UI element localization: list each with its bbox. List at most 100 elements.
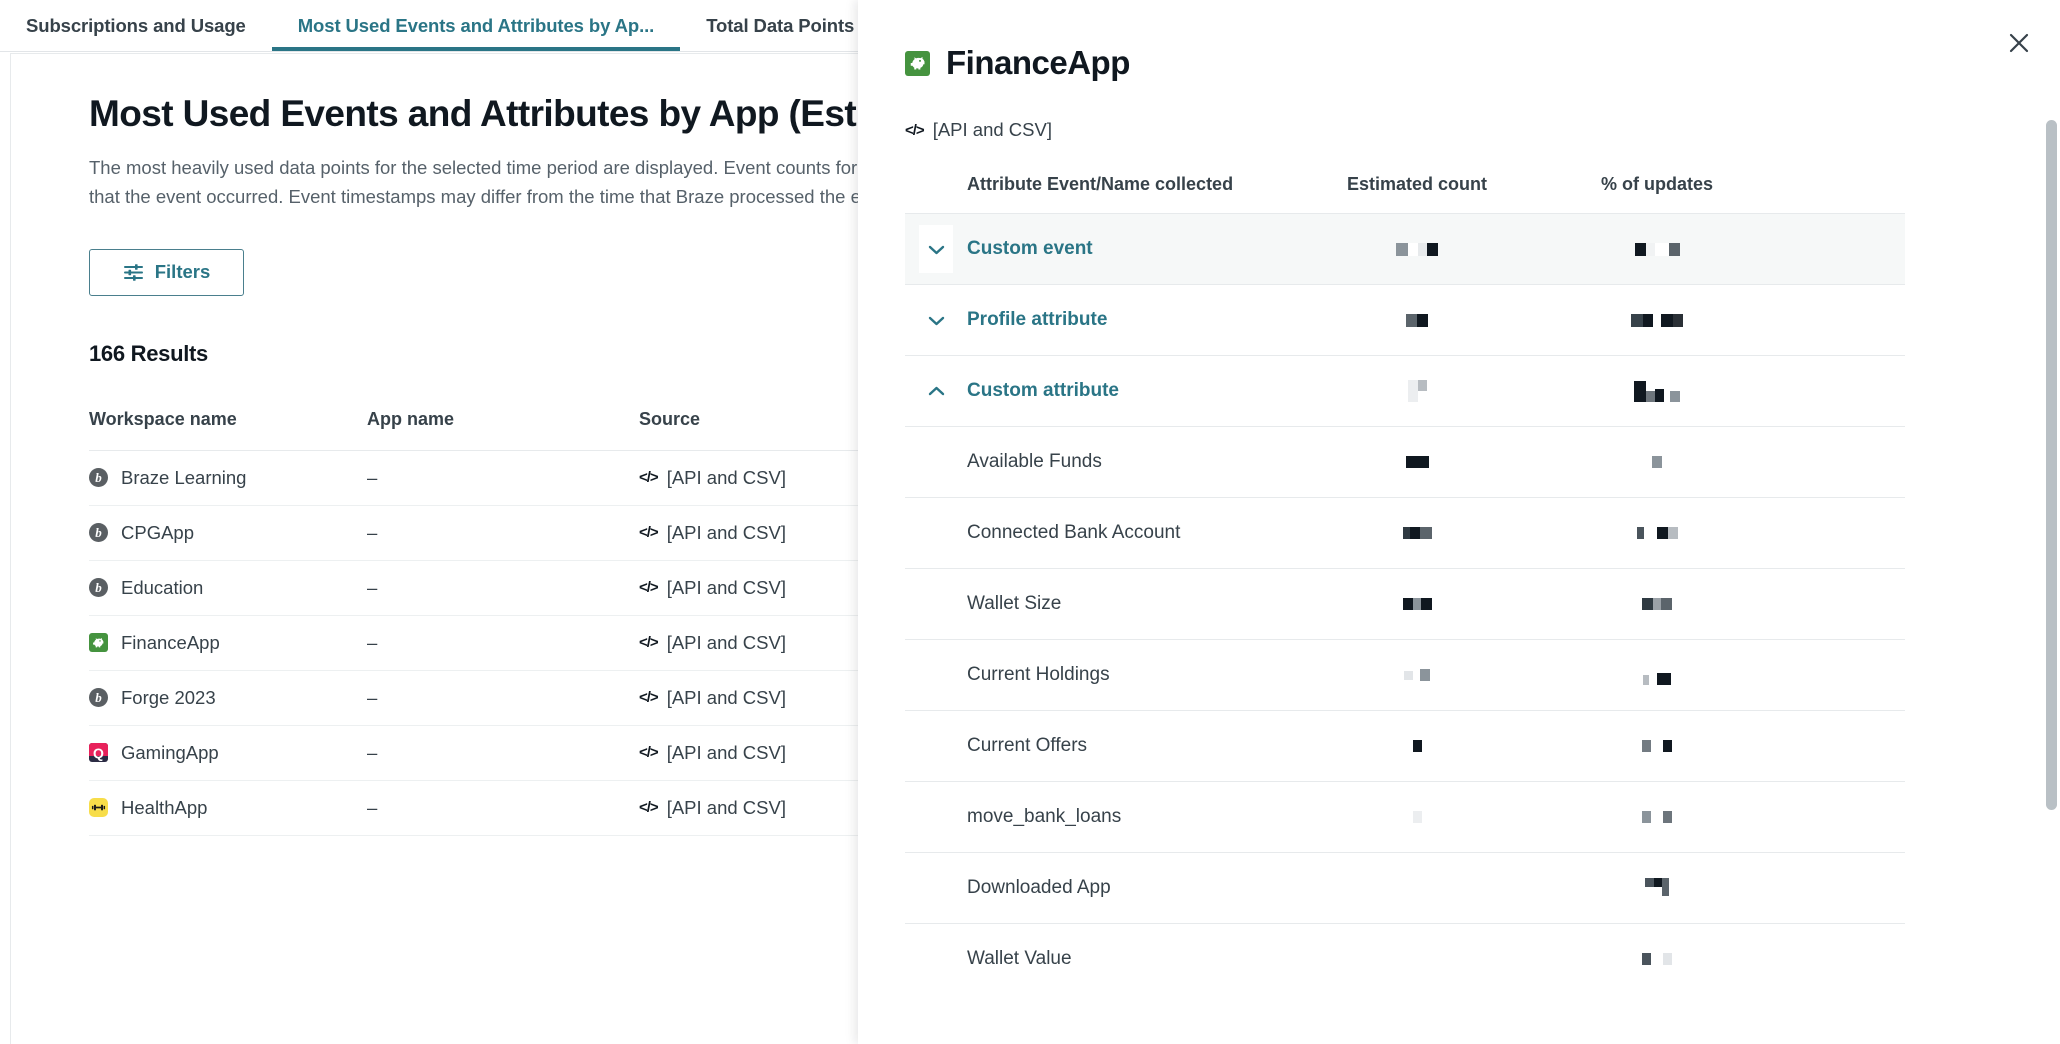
tab-subscriptions-and-usage[interactable]: Subscriptions and Usage (0, 0, 272, 51)
attribute-row[interactable]: Connected Bank Account (905, 497, 1905, 568)
close-icon[interactable] (2004, 28, 2034, 58)
cell-app-name: – (367, 576, 378, 598)
column-header-pct-of-updates: % of updates (1600, 174, 1713, 194)
panel-source: </> [API and CSV] (905, 119, 1980, 141)
source-label: [API and CSV] (666, 521, 786, 543)
code-brackets-icon: </> (639, 634, 659, 652)
sliders-icon (123, 262, 144, 283)
attribute-name-label: Current Offers (967, 735, 1088, 756)
workspace-name-label: CPGApp (121, 521, 195, 543)
tab-label: Most Used Events and Attributes by Ap... (297, 14, 655, 36)
attribute-row[interactable]: Downloaded App (905, 852, 1905, 923)
attribute-group-row-profile-attribute[interactable]: Profile attribute (905, 284, 1905, 355)
pct-of-updates-redacted (1537, 309, 1777, 331)
filters-button[interactable]: Filters (89, 248, 244, 296)
attribute-name-label: Wallet Size (967, 593, 1062, 614)
panel-title-label: FinanceApp (946, 44, 1130, 81)
source-label: [API and CSV] (666, 576, 786, 598)
source-label: [API and CSV] (666, 796, 786, 818)
attribute-row[interactable]: Current Offers (905, 710, 1905, 781)
cell-workspace-name: b Forge 2023 (89, 687, 367, 709)
estimated-count-redacted (1297, 735, 1537, 757)
code-brackets-icon: </> (639, 744, 659, 762)
workspace-name-label: GamingApp (121, 741, 219, 763)
workspace-name-label: HealthApp (121, 796, 208, 818)
braze-logo-icon: b (89, 688, 108, 708)
estimated-count-redacted (1297, 664, 1537, 686)
source-label: [API and CSV] (666, 631, 786, 653)
attribute-name-label: Connected Bank Account (967, 522, 1181, 543)
column-header-estimated-count: Estimated count (1346, 174, 1488, 194)
cell-workspace-name: b CPGApp (89, 522, 367, 544)
attribute-group-label: Custom attribute (967, 380, 1119, 401)
chevron-down-icon[interactable] (905, 225, 967, 273)
pct-of-updates-redacted (1537, 735, 1777, 757)
workspace-name-label: Education (121, 576, 204, 598)
estimated-count-redacted (1297, 380, 1537, 402)
source-label: [API and CSV] (666, 741, 786, 763)
attributes-table: Attribute Event/Name collected Estimated… (905, 174, 1905, 994)
pct-of-updates-redacted (1537, 593, 1777, 615)
braze-logo-icon: b (89, 468, 108, 488)
attribute-name-label: move_bank_loans (967, 806, 1122, 827)
cell-app-name: – (367, 686, 378, 708)
pct-of-updates-redacted (1537, 451, 1777, 473)
tab-most-used-events-and-attributes[interactable]: Most Used Events and Attributes by Ap... (271, 0, 681, 51)
estimated-count-redacted (1297, 593, 1537, 615)
chevron-down-icon[interactable] (905, 296, 967, 344)
column-header-attribute-name: Attribute Event/Name collected (967, 174, 1234, 194)
estimated-count-redacted (1297, 522, 1537, 544)
code-brackets-icon: </> (639, 799, 659, 817)
tab-label: Subscriptions and Usage (26, 14, 246, 36)
chevron-up-icon[interactable] (905, 367, 967, 415)
cell-workspace-name: b Braze Learning (89, 467, 367, 489)
pct-of-updates-redacted (1537, 806, 1777, 828)
source-label: [API and CSV] (666, 466, 786, 488)
pct-of-updates-redacted (1537, 878, 1777, 898)
gaming-q-icon: Q (89, 743, 108, 763)
cell-workspace-name: HealthApp (89, 797, 367, 819)
piggy-bank-icon (905, 50, 930, 76)
table-header-row: Attribute Event/Name collected Estimated… (905, 174, 1905, 213)
pct-of-updates-redacted (1537, 380, 1777, 402)
pct-of-updates-redacted (1537, 522, 1777, 544)
attribute-row[interactable]: Available Funds (905, 426, 1905, 497)
workspace-name-label: FinanceApp (121, 631, 220, 653)
column-header-workspace-name: Workspace name (89, 408, 237, 429)
attribute-group-row-custom-event[interactable]: Custom event (905, 213, 1905, 284)
attribute-group-label: Profile attribute (967, 309, 1108, 330)
attribute-group-label: Custom event (967, 238, 1093, 259)
code-brackets-icon: </> (905, 121, 925, 139)
app-root: Subscriptions and Usage Most Used Events… (0, 0, 2060, 1044)
app-detail-panel: FinanceApp </> [API and CSV] Attribute E… (858, 0, 2060, 1044)
attribute-row[interactable]: Current Holdings (905, 639, 1905, 710)
panel-title: FinanceApp (905, 44, 1980, 82)
cell-app-name: – (367, 521, 378, 543)
cell-app-name: – (367, 466, 378, 488)
attribute-name-label: Available Funds (967, 451, 1102, 472)
attribute-name-label: Downloaded App (967, 877, 1111, 898)
attribute-group-row-custom-attribute[interactable]: Custom attribute (905, 355, 1905, 426)
attribute-name-label: Current Holdings (967, 664, 1110, 685)
cell-app-name: – (367, 631, 378, 653)
attribute-row[interactable]: Wallet Value (905, 923, 1905, 994)
estimated-count-redacted (1297, 309, 1537, 331)
attribute-row[interactable]: move_bank_loans (905, 781, 1905, 852)
pct-of-updates-redacted (1537, 665, 1777, 685)
code-brackets-icon: </> (639, 579, 659, 597)
attribute-row[interactable]: Wallet Size (905, 568, 1905, 639)
cell-app-name: – (367, 741, 378, 763)
cell-workspace-name: Q GamingApp (89, 742, 367, 764)
dumbbell-icon (89, 798, 108, 818)
cell-workspace-name: b Education (89, 577, 367, 599)
braze-logo-icon: b (89, 578, 108, 598)
cell-app-name: – (367, 796, 378, 818)
code-brackets-icon: </> (639, 524, 659, 542)
estimated-count-redacted (1297, 238, 1537, 260)
code-brackets-icon: </> (639, 689, 659, 707)
braze-logo-icon: b (89, 523, 108, 543)
estimated-count-redacted (1297, 806, 1537, 828)
piggy-bank-icon (89, 633, 108, 653)
source-label: [API and CSV] (666, 686, 786, 708)
panel-scrollbar-thumb[interactable] (2046, 120, 2057, 810)
